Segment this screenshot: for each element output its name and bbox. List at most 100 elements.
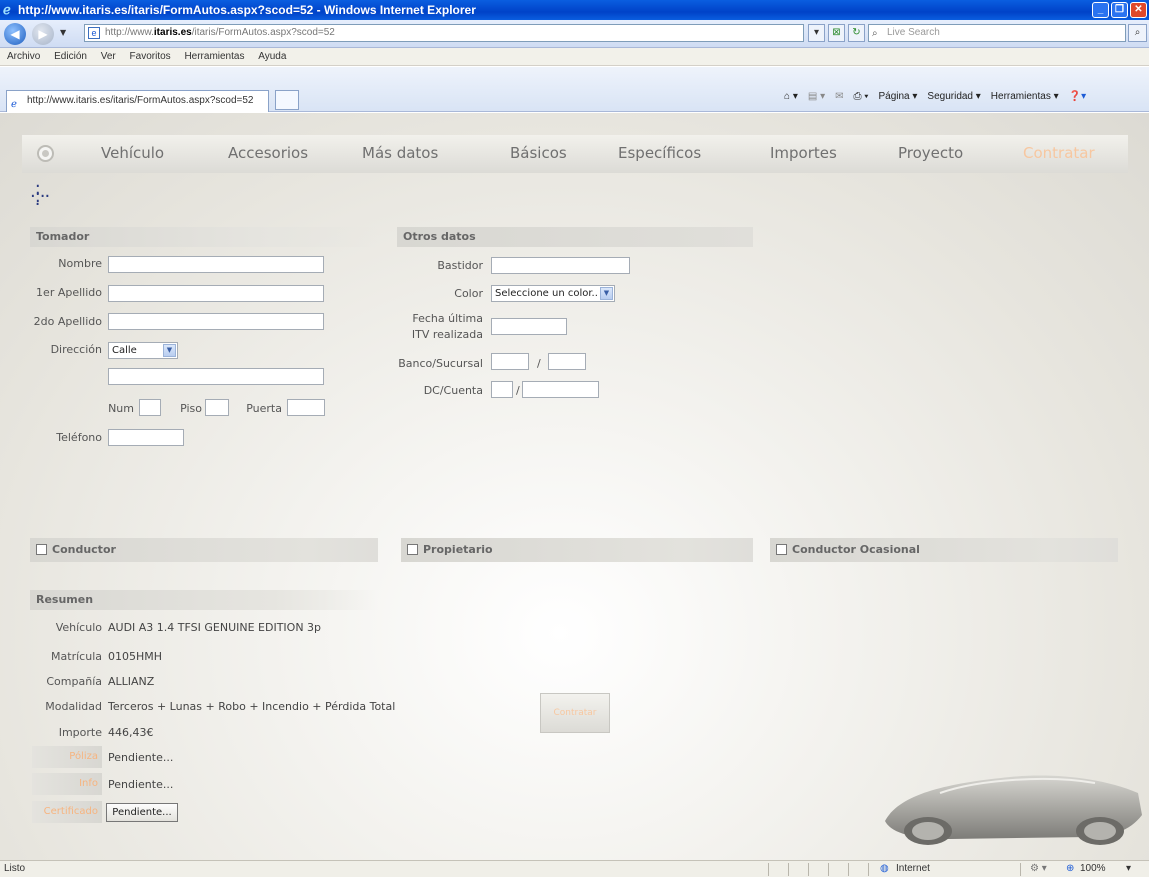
protected-mode-icon[interactable]: ⚙ ▾ (1030, 861, 1047, 877)
zoom-icon[interactable]: ⊕ (1066, 861, 1074, 877)
compatibility-icon[interactable]: ⊠ (828, 24, 845, 42)
address-input[interactable]: e http://www.itaris.es/itaris/FormAutos.… (84, 24, 804, 42)
poliza-tag: Póliza (32, 746, 102, 768)
apellido1-label: 1er Apellido (36, 286, 102, 299)
refresh-icon[interactable]: ↻ (848, 24, 865, 42)
sucursal-field[interactable] (548, 353, 586, 370)
zoom-dropdown-icon[interactable]: ▾ (1126, 861, 1131, 877)
menu-archivo[interactable]: Archivo (7, 51, 40, 62)
direccion-field[interactable] (108, 368, 324, 385)
banco-label: Banco/Sucursal (398, 357, 483, 370)
nav-vehiculo[interactable]: Vehículo (101, 144, 164, 162)
nav-mas-datos[interactable]: Más datos (362, 144, 438, 162)
main-nav: Vehículo Accesorios Más datos Básicos Es… (22, 135, 1128, 173)
menu-ayuda[interactable]: Ayuda (258, 51, 286, 62)
bastidor-field[interactable] (491, 257, 630, 274)
direccion-tipo-select[interactable]: Calle ▼ (108, 342, 178, 359)
resumen-matricula-value: 0105HMH (108, 650, 163, 663)
nav-basicos[interactable]: Básicos (510, 144, 567, 162)
color-select[interactable]: Seleccione un color.. ▼ (491, 285, 615, 302)
resumen-vehiculo-label: Vehículo (55, 621, 102, 634)
maximize-button[interactable]: ❐ (1111, 2, 1128, 18)
banco-separator: / (537, 357, 541, 370)
print-icon[interactable]: ⎙ ▾ (853, 91, 868, 102)
menu-ver[interactable]: Ver (101, 51, 116, 62)
page-menu[interactable]: Página ▾ (878, 91, 917, 102)
menu-favoritos[interactable]: Favoritos (130, 51, 171, 62)
conductor-section[interactable]: Conductor (30, 538, 378, 562)
search-input[interactable]: ⌕ Live Search (868, 24, 1126, 42)
num-label: Num (108, 402, 134, 415)
puerta-field[interactable] (287, 399, 325, 416)
ocasional-checkbox[interactable] (776, 544, 787, 555)
help-icon[interactable]: ❓▾ (1069, 91, 1086, 102)
tools-menu[interactable]: Herramientas ▾ (991, 91, 1059, 102)
nombre-field[interactable] (108, 256, 324, 273)
search-placeholder: Live Search (887, 27, 940, 38)
propietario-checkbox[interactable] (407, 544, 418, 555)
ocasional-section[interactable]: Conductor Ocasional (770, 538, 1118, 562)
dc-field[interactable] (491, 381, 513, 398)
nav-accesorios[interactable]: Accesorios (228, 144, 308, 162)
nav-importes[interactable]: Importes (770, 144, 837, 162)
otros-header: Otros datos (397, 227, 753, 247)
itv-label-line1: Fecha última (412, 312, 483, 325)
nav-contratar[interactable]: Contratar (1023, 144, 1095, 162)
piso-label: Piso (180, 402, 202, 415)
nav-especificos[interactable]: Específicos (618, 144, 701, 162)
telefono-field[interactable] (108, 429, 184, 446)
zoom-level[interactable]: 100% (1080, 861, 1106, 877)
apellido2-field[interactable] (108, 313, 324, 330)
new-tab-button[interactable] (275, 90, 299, 110)
forward-button[interactable]: ▶ (32, 23, 54, 45)
poliza-value: Pendiente... (108, 751, 174, 764)
history-dropdown-icon[interactable]: ▼ (60, 28, 66, 37)
window-titlebar: ℯ http://www.itaris.es/itaris/FormAutos.… (0, 0, 1149, 20)
menu-edicion[interactable]: Edición (54, 51, 87, 62)
tab-label: http://www.itaris.es/itaris/FormAutos.as… (27, 95, 254, 106)
mail-icon[interactable]: ✉ (835, 91, 843, 102)
apellido1-field[interactable] (108, 285, 324, 302)
browser-tab[interactable]: ℯ http://www.itaris.es/itaris/FormAutos.… (6, 90, 269, 112)
piso-field[interactable] (205, 399, 229, 416)
url-prefix: http://www. (105, 27, 154, 38)
minimize-button[interactable]: _ (1092, 2, 1109, 18)
certificado-tag: Certificado (32, 801, 102, 823)
ocasional-label: Conductor Ocasional (792, 543, 920, 556)
status-text: Listo (4, 863, 26, 874)
itv-label: Fecha última ITV realizada (385, 311, 483, 343)
home-nav-icon[interactable] (37, 145, 54, 162)
info-value: Pendiente... (108, 778, 174, 791)
ie-logo-icon: ℯ (3, 2, 11, 17)
security-menu[interactable]: Seguridad ▾ (927, 91, 980, 102)
conductor-checkbox[interactable] (36, 544, 47, 555)
contratar-button[interactable]: Contratar (540, 693, 610, 733)
puerta-label: Puerta (246, 402, 282, 415)
tab-row: ℯ http://www.itaris.es/itaris/FormAutos.… (0, 67, 1149, 112)
resumen-importe-value: 446,43€ (108, 726, 154, 739)
feeds-icon[interactable]: ▤ ▾ (808, 91, 825, 102)
itv-label-line2: ITV realizada (411, 328, 483, 341)
url-domain: itaris.es (153, 27, 192, 38)
conductor-label: Conductor (52, 543, 116, 556)
itv-date-field[interactable] (491, 318, 567, 335)
resumen-compania-label: Compañía (46, 675, 102, 688)
page-content: Vehículo Accesorios Más datos Básicos Es… (0, 113, 1149, 860)
banco-field[interactable] (491, 353, 529, 370)
resumen-matricula-label: Matrícula (51, 650, 102, 663)
back-button[interactable]: ◀ (4, 23, 26, 45)
address-row: ◀ ▶ ▼ e http://www.itaris.es/itaris/Form… (0, 20, 1149, 48)
certificado-button[interactable]: Pendiente... (106, 803, 178, 822)
menu-herramientas[interactable]: Herramientas (184, 51, 244, 62)
close-button[interactable]: ✕ (1130, 2, 1147, 18)
home-icon[interactable]: ⌂ ▾ (784, 91, 798, 102)
propietario-section[interactable]: Propietario (401, 538, 753, 562)
address-dropdown-icon[interactable]: ▾ (808, 24, 825, 42)
nav-proyecto[interactable]: Proyecto (898, 144, 963, 162)
apellido2-label: 2do Apellido (33, 315, 102, 328)
num-field[interactable] (139, 399, 161, 416)
search-button[interactable]: ⌕ (1128, 24, 1147, 42)
cuenta-field[interactable] (522, 381, 599, 398)
resumen-importe-label: Importe (58, 726, 102, 739)
page-icon: e (88, 27, 100, 39)
